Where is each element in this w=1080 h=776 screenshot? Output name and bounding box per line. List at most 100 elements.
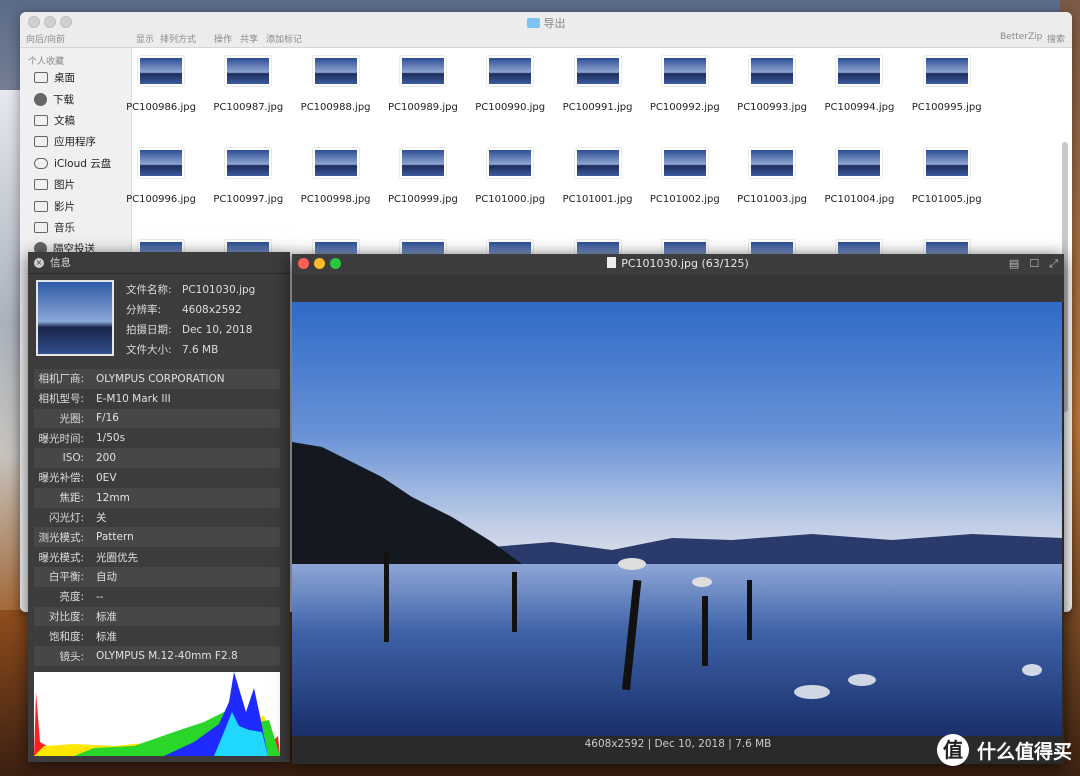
file-name: PC100996.jpg	[126, 194, 196, 205]
exif-label: 闪光灯:	[48, 511, 84, 524]
file-name: PC100995.jpg	[911, 102, 982, 113]
file-thumbnail	[138, 56, 184, 86]
file-thumbnail	[661, 56, 708, 86]
tags-button[interactable]: 添加标记	[266, 32, 302, 45]
watermark-logo: 值 什么值得买	[936, 734, 1072, 766]
document-icon	[34, 114, 48, 126]
document-icon	[607, 257, 617, 268]
file-thumbnail	[487, 148, 534, 178]
sidebar-item-pictures[interactable]: 图片	[20, 174, 131, 195]
comment-icon[interactable]: ▤	[1009, 257, 1019, 271]
exif-label: 曝光模式:	[38, 551, 84, 564]
exif-value: 12mm	[96, 491, 130, 504]
exif-value: F/16	[96, 412, 119, 425]
file-item[interactable]: PC100997.jpg	[203, 148, 293, 205]
file-name: PC101003.jpg	[737, 194, 808, 205]
arrange-button[interactable]: 排列方式	[160, 32, 196, 45]
file-item[interactable]: PC100996.jpg	[116, 148, 206, 205]
file-item[interactable]: PC101003.jpg	[727, 148, 817, 205]
file-item[interactable]: PC100998.jpg	[291, 148, 381, 205]
close-icon[interactable]: ×	[34, 257, 44, 268]
info-titlebar: × 信息	[28, 252, 290, 274]
exif-row: 镜头: OLYMPUS M.12-40mm F2.8	[34, 646, 280, 666]
photo-gull	[1022, 664, 1042, 676]
cloud-icon	[34, 157, 48, 169]
file-name: PC101001.jpg	[562, 194, 633, 205]
exif-row: 饱和度: 标准	[34, 626, 280, 646]
exif-value: OLYMPUS M.12-40mm F2.8	[96, 650, 238, 663]
file-item[interactable]: PC101001.jpg	[553, 148, 643, 205]
music-note-icon	[34, 221, 48, 233]
exif-label: 曝光时间:	[38, 432, 84, 445]
exif-row: 测光模式: Pattern	[34, 527, 280, 548]
desktop-icon	[34, 72, 48, 84]
file-thumbnail	[836, 148, 883, 178]
exif-row: 对比度: 标准	[34, 606, 280, 627]
applications-icon	[34, 136, 48, 148]
camera-icon	[34, 179, 48, 191]
action-button[interactable]: 操作	[214, 32, 232, 45]
meta-date: 拍摄日期: Dec 10, 2018	[126, 324, 253, 336]
photo-post	[384, 552, 389, 642]
file-item[interactable]: PC100987.jpg	[203, 56, 293, 113]
file-name: PC100992.jpg	[649, 102, 720, 113]
search-button[interactable]: 搜索	[1047, 32, 1065, 45]
viewer-toolbar: ▤ ☐ ⤢	[1009, 257, 1058, 271]
finder-titlebar: 导出 向后/向前 显示 排列方式 操作 共享 添加标记 BetterZip 搜索	[20, 12, 1072, 48]
file-name: PC101005.jpg	[911, 194, 982, 205]
file-name: PC100991.jpg	[562, 102, 633, 113]
exif-label: 测光模式:	[38, 531, 84, 544]
file-item[interactable]: PC100992.jpg	[640, 56, 730, 113]
file-item[interactable]: PC101000.jpg	[465, 148, 555, 205]
exif-row: 曝光补偿: 0EV	[34, 468, 280, 488]
sidebar-item-music[interactable]: 音乐	[20, 217, 131, 238]
file-item[interactable]: PC100989.jpg	[378, 56, 468, 113]
window-title: 导出	[20, 15, 1072, 31]
file-item[interactable]: PC100988.jpg	[291, 56, 381, 113]
exif-value: Pattern	[96, 531, 134, 544]
exif-row: ISO: 200	[34, 448, 280, 468]
exif-value: 标准	[96, 630, 117, 643]
file-thumbnail	[749, 148, 796, 178]
file-thumbnail	[923, 56, 970, 86]
photo-post	[747, 580, 752, 640]
sidebar-item-icloud[interactable]: iCloud 云盘	[20, 153, 131, 174]
exif-value: 0EV	[96, 471, 117, 484]
file-item[interactable]: PC100995.jpg	[902, 56, 992, 113]
file-name: PC100988.jpg	[300, 102, 371, 113]
file-thumbnail	[399, 148, 446, 178]
file-item[interactable]: PC100990.jpg	[465, 56, 555, 113]
file-item[interactable]: PC101005.jpg	[902, 148, 992, 205]
sidebar-item-applications[interactable]: 应用程序	[20, 131, 131, 152]
file-thumbnail	[312, 148, 359, 178]
window-icon[interactable]: ☐	[1029, 257, 1039, 271]
photo-gull	[692, 577, 712, 587]
sidebar-item-documents[interactable]: 文稿	[20, 110, 131, 131]
file-item[interactable]: PC100993.jpg	[727, 56, 817, 113]
file-item[interactable]: PC100986.jpg	[116, 56, 206, 113]
file-item[interactable]: PC101002.jpg	[640, 148, 730, 205]
back-forward-button[interactable]: 向后/向前	[26, 32, 65, 45]
exif-label: 白平衡:	[48, 571, 84, 584]
exif-label: 亮度:	[59, 591, 84, 604]
watermark-badge: 值	[936, 734, 969, 766]
sidebar-item-desktop[interactable]: 桌面	[20, 67, 131, 88]
exif-label: 相机型号:	[38, 393, 84, 406]
share-button[interactable]: 共享	[240, 32, 258, 45]
file-item[interactable]: PC101004.jpg	[814, 148, 904, 205]
exif-value: 200	[96, 452, 117, 465]
file-item[interactable]: PC100994.jpg	[814, 56, 904, 113]
exif-label: 对比度:	[48, 610, 84, 623]
sidebar-item-movies[interactable]: 影片	[20, 195, 131, 216]
sidebar-item-downloads[interactable]: 下载	[20, 88, 131, 109]
file-name: PC100993.jpg	[737, 102, 808, 113]
exif-value: 光圈优先	[96, 551, 138, 564]
view-button[interactable]: 显示	[136, 32, 154, 45]
meta-filesize: 文件大小: 7.6 MB	[126, 344, 219, 356]
exif-row: 光圈: F/16	[34, 408, 280, 429]
download-icon	[34, 92, 47, 106]
fullscreen-icon[interactable]: ⤢	[1049, 257, 1058, 271]
file-item[interactable]: PC100999.jpg	[378, 148, 468, 205]
file-item[interactable]: PC100991.jpg	[553, 56, 643, 113]
betterzip-button[interactable]: BetterZip	[1000, 32, 1042, 42]
